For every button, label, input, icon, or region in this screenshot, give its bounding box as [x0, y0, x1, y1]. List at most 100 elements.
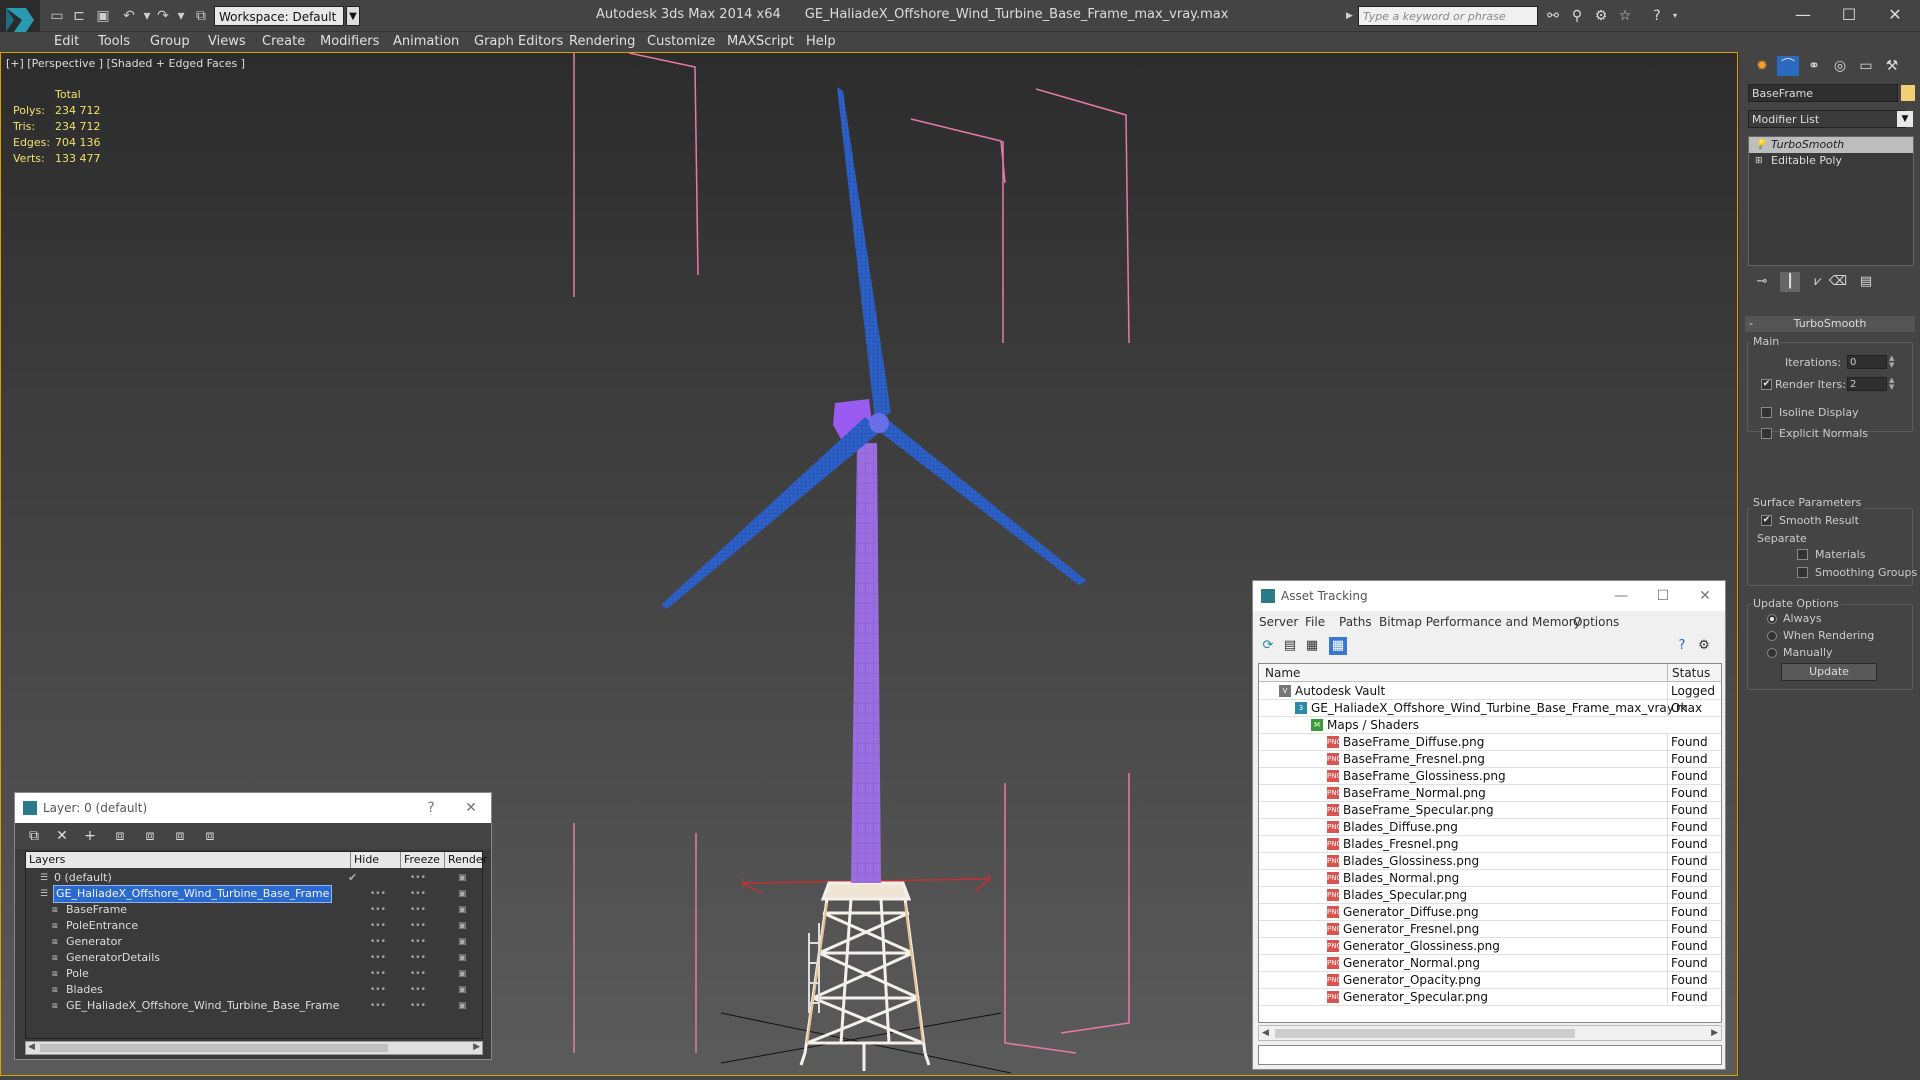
modifier-list-dropdown-icon[interactable]: ▼ — [1897, 111, 1913, 127]
menu-views[interactable]: Views — [208, 34, 246, 49]
menu-graph-editors[interactable]: Graph Editors — [474, 34, 563, 49]
asset-row[interactable]: PNG Generator_Normal.png Found — [1259, 955, 1721, 972]
new-file-icon[interactable]: ▭ — [48, 7, 66, 25]
motion-tab-icon[interactable]: ◎ — [1829, 56, 1851, 76]
stack-item-turbosmooth[interactable]: 💡 TurboSmooth — [1749, 137, 1913, 153]
materials-checkbox[interactable] — [1797, 549, 1808, 560]
render-toggle-icon[interactable]: ▣ — [458, 870, 467, 886]
when-rendering-radio[interactable] — [1767, 631, 1777, 641]
redo-icon[interactable]: ↷ — [154, 7, 172, 25]
render-toggle-icon[interactable]: ▣ — [458, 950, 467, 966]
asset-help-icon[interactable]: ? — [1673, 637, 1691, 655]
modify-tab-icon[interactable]: ⌒ — [1777, 56, 1799, 76]
asset-row[interactable]: PNG Generator_Opacity.png Found — [1259, 972, 1721, 989]
layer-row[interactable]: ⧈ GeneratorDetails ••• ••• ▣ — [26, 950, 482, 966]
display-tab-icon[interactable]: ▭ — [1855, 56, 1877, 76]
hide-toggle[interactable]: ••• — [370, 982, 386, 998]
viewport-label[interactable]: [+] [Perspective ] [Shaded + Edged Faces… — [6, 57, 245, 70]
column-freeze[interactable]: Freeze — [400, 852, 444, 868]
subscription-icon[interactable]: ⚲ — [1568, 7, 1586, 25]
asset-row[interactable]: PNG BaseFrame_Glossiness.png Found — [1259, 768, 1721, 785]
render-toggle-icon[interactable]: ▣ — [458, 982, 467, 998]
list-view-icon[interactable]: ▤ — [1281, 637, 1299, 655]
binoculars-icon[interactable]: ⚯ — [1544, 7, 1562, 25]
turbosmooth-rollout-header[interactable]: - TurboSmooth — [1745, 316, 1915, 332]
asset-menu-options[interactable]: Options — [1573, 611, 1619, 633]
asset-settings-icon[interactable]: ⚙ — [1695, 637, 1713, 655]
asset-menu-server[interactable]: Server — [1259, 611, 1298, 633]
render-toggle-icon[interactable]: ▣ — [458, 886, 467, 902]
layer-horizontal-scrollbar[interactable]: ◀ ▶ — [25, 1041, 483, 1055]
menu-group[interactable]: Group — [150, 34, 190, 49]
bulb-icon[interactable]: 💡 — [1755, 140, 1766, 150]
freeze-toggle[interactable]: ••• — [410, 934, 426, 950]
scroll-right-icon[interactable]: ▶ — [1711, 1028, 1718, 1038]
asset-menu-file[interactable]: File — [1305, 611, 1325, 633]
create-tab-icon[interactable]: ✹ — [1751, 56, 1773, 76]
menu-tools[interactable]: Tools — [98, 34, 130, 49]
project-folder-icon[interactable]: ⧉ — [192, 7, 210, 25]
object-color-swatch[interactable] — [1901, 85, 1915, 101]
freeze-toggle[interactable]: ••• — [410, 998, 426, 1014]
redo-dropdown-icon[interactable]: ▾ — [172, 7, 190, 25]
save-file-icon[interactable]: ▣ — [94, 7, 112, 25]
help-dropdown-icon[interactable]: ▾ — [1666, 7, 1684, 25]
asset-row[interactable]: M Maps / Shaders — [1259, 717, 1721, 734]
select-objects-icon[interactable]: ⧈ — [111, 827, 129, 845]
layer-row[interactable]: ⧈ Pole ••• ••• ▣ — [26, 966, 482, 982]
asset-window-minimize-button[interactable]: — — [1601, 581, 1641, 611]
asset-row[interactable]: V Autodesk Vault Logged Out — [1259, 683, 1721, 700]
hide-toggle[interactable]: ••• — [370, 886, 386, 902]
asset-row[interactable]: PNG BaseFrame_Diffuse.png Found — [1259, 734, 1721, 751]
delete-layer-icon[interactable]: ✕ — [53, 827, 71, 845]
minimize-button[interactable]: — — [1780, 2, 1826, 28]
undo-icon[interactable]: ↶ — [120, 7, 138, 25]
utilities-tab-icon[interactable]: ⚒ — [1881, 56, 1903, 76]
layer-row[interactable]: ⧈ BaseFrame ••• ••• ▣ — [26, 902, 482, 918]
asset-row[interactable]: PNG Blades_Diffuse.png Found — [1259, 819, 1721, 836]
update-button[interactable]: Update — [1781, 663, 1877, 681]
detail-view-icon[interactable]: ▦ — [1303, 637, 1321, 655]
menu-help[interactable]: Help — [806, 34, 836, 49]
help-icon[interactable]: ? — [1648, 7, 1666, 25]
asset-scroll-thumb[interactable] — [1275, 1029, 1575, 1038]
show-end-result-icon[interactable]: ┃ — [1780, 272, 1800, 292]
render-toggle-icon[interactable]: ▣ — [458, 998, 467, 1014]
always-radio[interactable] — [1767, 614, 1777, 624]
hide-toggle[interactable]: ••• — [370, 902, 386, 918]
asset-row[interactable]: PNG Generator_Diffuse.png Found — [1259, 904, 1721, 921]
asset-row[interactable]: PNG BaseFrame_Fresnel.png Found — [1259, 751, 1721, 768]
asset-window-titlebar[interactable]: Asset Tracking — ☐ ✕ — [1253, 581, 1725, 611]
workspace-dropdown-icon[interactable]: ▼ — [346, 6, 360, 26]
iterations-spinner-arrows-icon[interactable]: ▲ ▼ — [1889, 355, 1899, 369]
asset-row[interactable]: PNG Blades_Specular.png Found — [1259, 887, 1721, 904]
hide-all-layers-icon[interactable]: ⧈ — [171, 827, 189, 845]
render-iters-spinner-arrows-icon[interactable]: ▲ ▼ — [1889, 377, 1899, 391]
open-file-icon[interactable]: ⊏ — [70, 7, 88, 25]
scroll-right-icon[interactable]: ▶ — [473, 1042, 480, 1052]
freeze-toggle[interactable]: ••• — [410, 870, 426, 886]
layer-window-close-button[interactable]: ✕ — [451, 793, 491, 823]
asset-row[interactable]: 3 GE_HaliadeX_Offshore_Wind_Turbine_Base_… — [1259, 700, 1721, 717]
asset-row[interactable]: PNG BaseFrame_Specular.png Found — [1259, 802, 1721, 819]
maximize-button[interactable]: ☐ — [1826, 2, 1872, 28]
layer-row[interactable]: ⧈ Generator ••• ••• ▣ — [26, 934, 482, 950]
column-hide[interactable]: Hide — [350, 852, 400, 868]
search-input[interactable]: Type a keyword or phrase — [1358, 6, 1538, 26]
asset-row[interactable]: PNG Blades_Fresnel.png Found — [1259, 836, 1721, 853]
render-iters-spinner[interactable]: 2 — [1847, 377, 1887, 391]
asset-window-close-button[interactable]: ✕ — [1685, 581, 1725, 611]
freeze-all-layers-icon[interactable]: ⧈ — [201, 827, 219, 845]
asset-row[interactable]: PNG Generator_Specular.png Found — [1259, 989, 1721, 1006]
render-iters-checkbox[interactable]: ✔ — [1761, 379, 1772, 390]
render-toggle-icon[interactable]: ▣ — [458, 966, 467, 982]
menu-rendering[interactable]: Rendering — [569, 34, 635, 49]
freeze-toggle[interactable]: ••• — [410, 918, 426, 934]
layer-window-help-button[interactable]: ? — [411, 793, 451, 823]
object-name-field[interactable]: BaseFrame — [1748, 84, 1898, 102]
render-toggle-icon[interactable]: ▣ — [458, 918, 467, 934]
menu-animation[interactable]: Animation — [393, 34, 459, 49]
smooth-result-checkbox[interactable]: ✔ — [1761, 515, 1772, 526]
refresh-icon[interactable]: ⟳ — [1259, 637, 1277, 655]
search-expand-icon[interactable]: ▶ — [1346, 6, 1358, 26]
